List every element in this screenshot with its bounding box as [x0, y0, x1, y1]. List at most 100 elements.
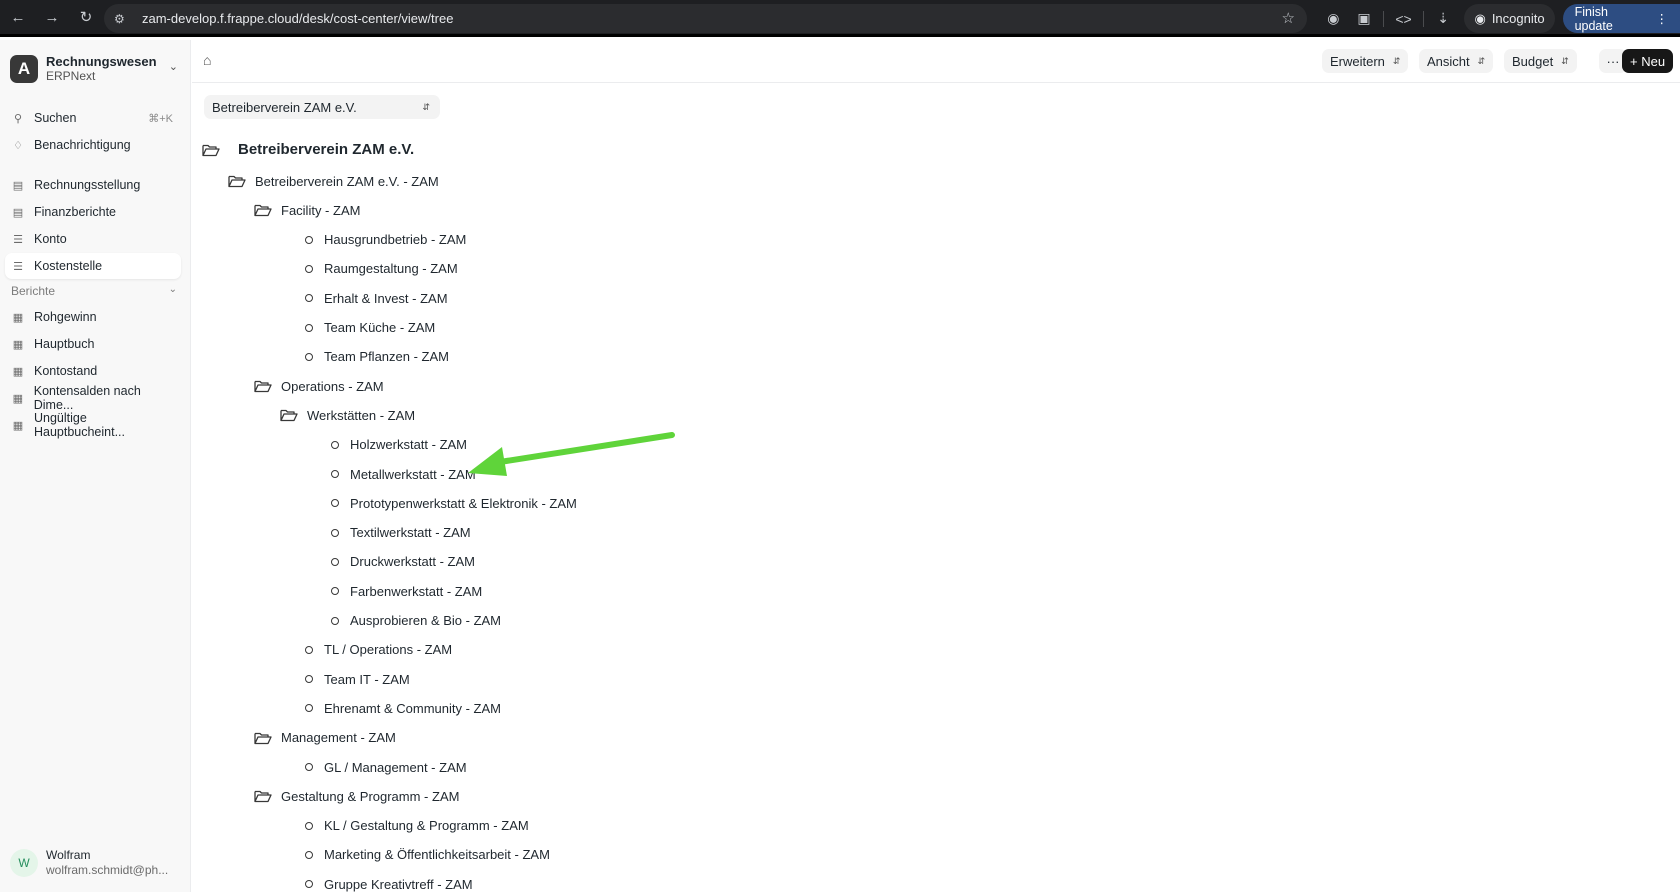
finish-update-button[interactable]: Finish update ⋮: [1562, 4, 1680, 33]
table-icon: ▦: [12, 338, 24, 351]
search-button[interactable]: ⚲ Suchen ⌘+K: [5, 105, 181, 131]
bell-icon: ♢: [13, 139, 23, 152]
new-button[interactable]: + Neu: [1622, 49, 1674, 73]
tree-node-label: Marketing & Öffentlichkeitsarbeit - ZAM: [324, 847, 550, 863]
tree-group-node[interactable]: Facility - ZAM: [254, 200, 360, 220]
view-label: Ansicht: [1427, 53, 1470, 69]
tree-leaf-node[interactable]: Raumgestaltung - ZAM: [302, 259, 458, 279]
sidebar-item-label: Kontostand: [34, 364, 98, 378]
tree-group-node[interactable]: Operations - ZAM: [254, 376, 384, 396]
forward-icon[interactable]: →: [40, 5, 64, 29]
leaf-node-icon: [305, 763, 313, 771]
folder-open-icon: [254, 731, 272, 745]
home-icon[interactable]: ⌂: [203, 52, 211, 68]
folder-open-icon: [202, 144, 220, 156]
site-settings-icon[interactable]: ⚙: [114, 12, 132, 26]
tree-leaf-node[interactable]: Team Pflanzen - ZAM: [302, 347, 449, 367]
tree-leaf-node[interactable]: Prototypenwerkstatt & Elektronik - ZAM: [328, 493, 577, 513]
expand-button[interactable]: Erweitern ⇵: [1322, 49, 1409, 73]
company-select[interactable]: Betreiberverein ZAM e.V. ⇵: [204, 95, 440, 119]
tree-leaf-node[interactable]: Team Küche - ZAM: [302, 318, 435, 338]
sidebar-item-kontensalden[interactable]: ▦ Kontensalden nach Dime...: [5, 384, 181, 412]
chevron-down-icon: ⌄: [168, 284, 177, 295]
tree-leaf-node[interactable]: Druckwerkstatt - ZAM: [328, 552, 475, 572]
view-button[interactable]: Ansicht ⇵: [1419, 49, 1494, 73]
tree-group-node[interactable]: Management - ZAM: [254, 728, 396, 748]
reload-icon[interactable]: ↻: [74, 5, 98, 29]
budget-button[interactable]: Budget ⇵: [1504, 49, 1577, 73]
updown-icon: ⇵: [422, 101, 430, 112]
tree-node-label: Hausgrundbetrieb - ZAM: [324, 232, 467, 248]
puzzle-icon[interactable]: ▣: [1349, 4, 1380, 33]
tree-node-label: Team Pflanzen - ZAM: [324, 349, 449, 365]
bookmark-star-icon[interactable]: ☆: [1282, 9, 1295, 27]
sidebar-item-finanzberichte[interactable]: ▤ Finanzberichte: [5, 199, 181, 225]
notifications-button[interactable]: ♢ Benachrichtigung: [5, 132, 181, 158]
user-menu[interactable]: W Wolfram wolfram.schmidt@ph...: [10, 846, 180, 880]
incognito-indicator[interactable]: ◉ Incognito: [1464, 4, 1555, 33]
folder-open-icon: [254, 203, 272, 217]
tree-leaf-node[interactable]: Farbenwerkstatt - ZAM: [328, 581, 482, 601]
tree-leaf-node[interactable]: GL / Management - ZAM: [302, 757, 467, 777]
leaf-node-icon: [331, 499, 339, 508]
avatar: W: [10, 849, 38, 877]
download-icon[interactable]: ⇣: [1428, 4, 1459, 33]
tree-node-label: Metallwerkstatt - ZAM: [350, 466, 476, 482]
tree-node-label: Operations - ZAM: [281, 378, 384, 394]
sidebar: A Rechnungswesen ERPNext ⌄ ⚲ Suchen ⌘+K …: [0, 40, 191, 892]
tree-leaf-node[interactable]: Ehrenamt & Community - ZAM: [302, 698, 501, 718]
tree-root[interactable]: Betreiberverein ZAM e.V.: [202, 141, 414, 158]
leaf-node-icon: [305, 294, 313, 303]
sidebar-item-konto[interactable]: ☰ Konto: [5, 226, 181, 252]
tree-node-label: Raumgestaltung - ZAM: [324, 261, 458, 277]
tree-node-label: Werkstätten - ZAM: [307, 407, 416, 423]
tree-leaf-node[interactable]: Holzwerkstatt - ZAM: [328, 435, 467, 455]
workspace-switcher[interactable]: A Rechnungswesen ERPNext ⌄: [10, 52, 180, 86]
leaf-node-icon: [305, 880, 313, 889]
finish-update-label: Finish update: [1574, 4, 1613, 33]
sidebar-item-label: Rohgewinn: [34, 310, 97, 324]
tree-group-node[interactable]: Gestaltung & Programm - ZAM: [254, 786, 459, 806]
notifications-label: Benachrichtigung: [34, 138, 131, 152]
tree-leaf-node[interactable]: Hausgrundbetrieb - ZAM: [302, 230, 466, 250]
sidebar-item-ungueltige-hauptbucheintraege[interactable]: ▦ Ungültige Hauptbucheint...: [5, 411, 181, 439]
back-icon[interactable]: ←: [6, 5, 30, 29]
reports-section-toggle[interactable]: Berichte ⌄: [11, 284, 177, 298]
tree-leaf-node[interactable]: TL / Operations - ZAM: [302, 640, 452, 660]
tree-leaf-node[interactable]: Textilwerkstatt - ZAM: [328, 523, 471, 543]
tree-leaf-node[interactable]: Marketing & Öffentlichkeitsarbeit - ZAM: [302, 845, 550, 865]
tree-leaf-node[interactable]: Erhalt & Invest - ZAM: [302, 288, 448, 308]
tree-node-label: Team Küche - ZAM: [324, 320, 436, 335]
section-label: Berichte: [11, 284, 56, 298]
workspace-subtitle: ERPNext: [46, 69, 96, 83]
tree-leaf-node[interactable]: KL / Gestaltung & Programm - ZAM: [302, 816, 529, 836]
tree-group-node[interactable]: Betreiberverein ZAM e.V. - ZAM: [228, 171, 439, 191]
browser-actions: ◉ ▣ <> ⇣ ◉ Incognito Finish update ⋮: [1318, 4, 1680, 33]
sidebar-item-kostenstelle[interactable]: ☰ Kostenstelle: [5, 253, 181, 279]
tree-group-node[interactable]: Werkstätten - ZAM: [280, 405, 415, 425]
tree-leaf-node[interactable]: Gruppe Kreativtreff - ZAM: [302, 874, 473, 892]
tree-leaf-node[interactable]: Metallwerkstatt - ZAM: [328, 464, 476, 484]
extension-icon[interactable]: ◉: [1318, 4, 1349, 33]
sidebar-item-rohgewinn[interactable]: ▦ Rohgewinn: [5, 304, 181, 330]
leaf-node-icon: [331, 528, 339, 537]
sidebar-item-label: Ungültige Hauptbucheint...: [33, 411, 126, 439]
tree-leaf-node[interactable]: Team IT - ZAM: [302, 669, 410, 689]
leaf-node-icon: [305, 352, 313, 361]
budget-label: Budget: [1512, 53, 1554, 69]
tree-leaf-node[interactable]: Ausprobieren & Bio - ZAM: [328, 611, 501, 631]
incognito-icon: ◉: [1474, 10, 1486, 26]
chevron-down-icon: ⌄: [168, 61, 178, 73]
leaf-node-icon: [305, 645, 313, 654]
tree-node-label: Druckwerkstatt - ZAM: [350, 554, 475, 570]
address-bar[interactable]: ⚙ zam-develop.f.frappe.cloud/desk/cost-c…: [104, 4, 1307, 33]
list-icon: ☰: [13, 260, 23, 273]
sidebar-item-hauptbuch[interactable]: ▦ Hauptbuch: [5, 331, 181, 357]
chart-icon: ▤: [12, 206, 24, 219]
sidebar-item-kontostand[interactable]: ▦ Kontostand: [5, 358, 181, 384]
user-name: Wolfram: [46, 848, 91, 862]
tree-node-label: Betreiberverein ZAM e.V. - ZAM: [255, 173, 439, 189]
table-icon: ▦: [12, 365, 24, 378]
devtools-icon[interactable]: <>: [1388, 4, 1419, 33]
sidebar-item-rechnungsstellung[interactable]: ▤ Rechnungsstellung: [5, 172, 181, 198]
